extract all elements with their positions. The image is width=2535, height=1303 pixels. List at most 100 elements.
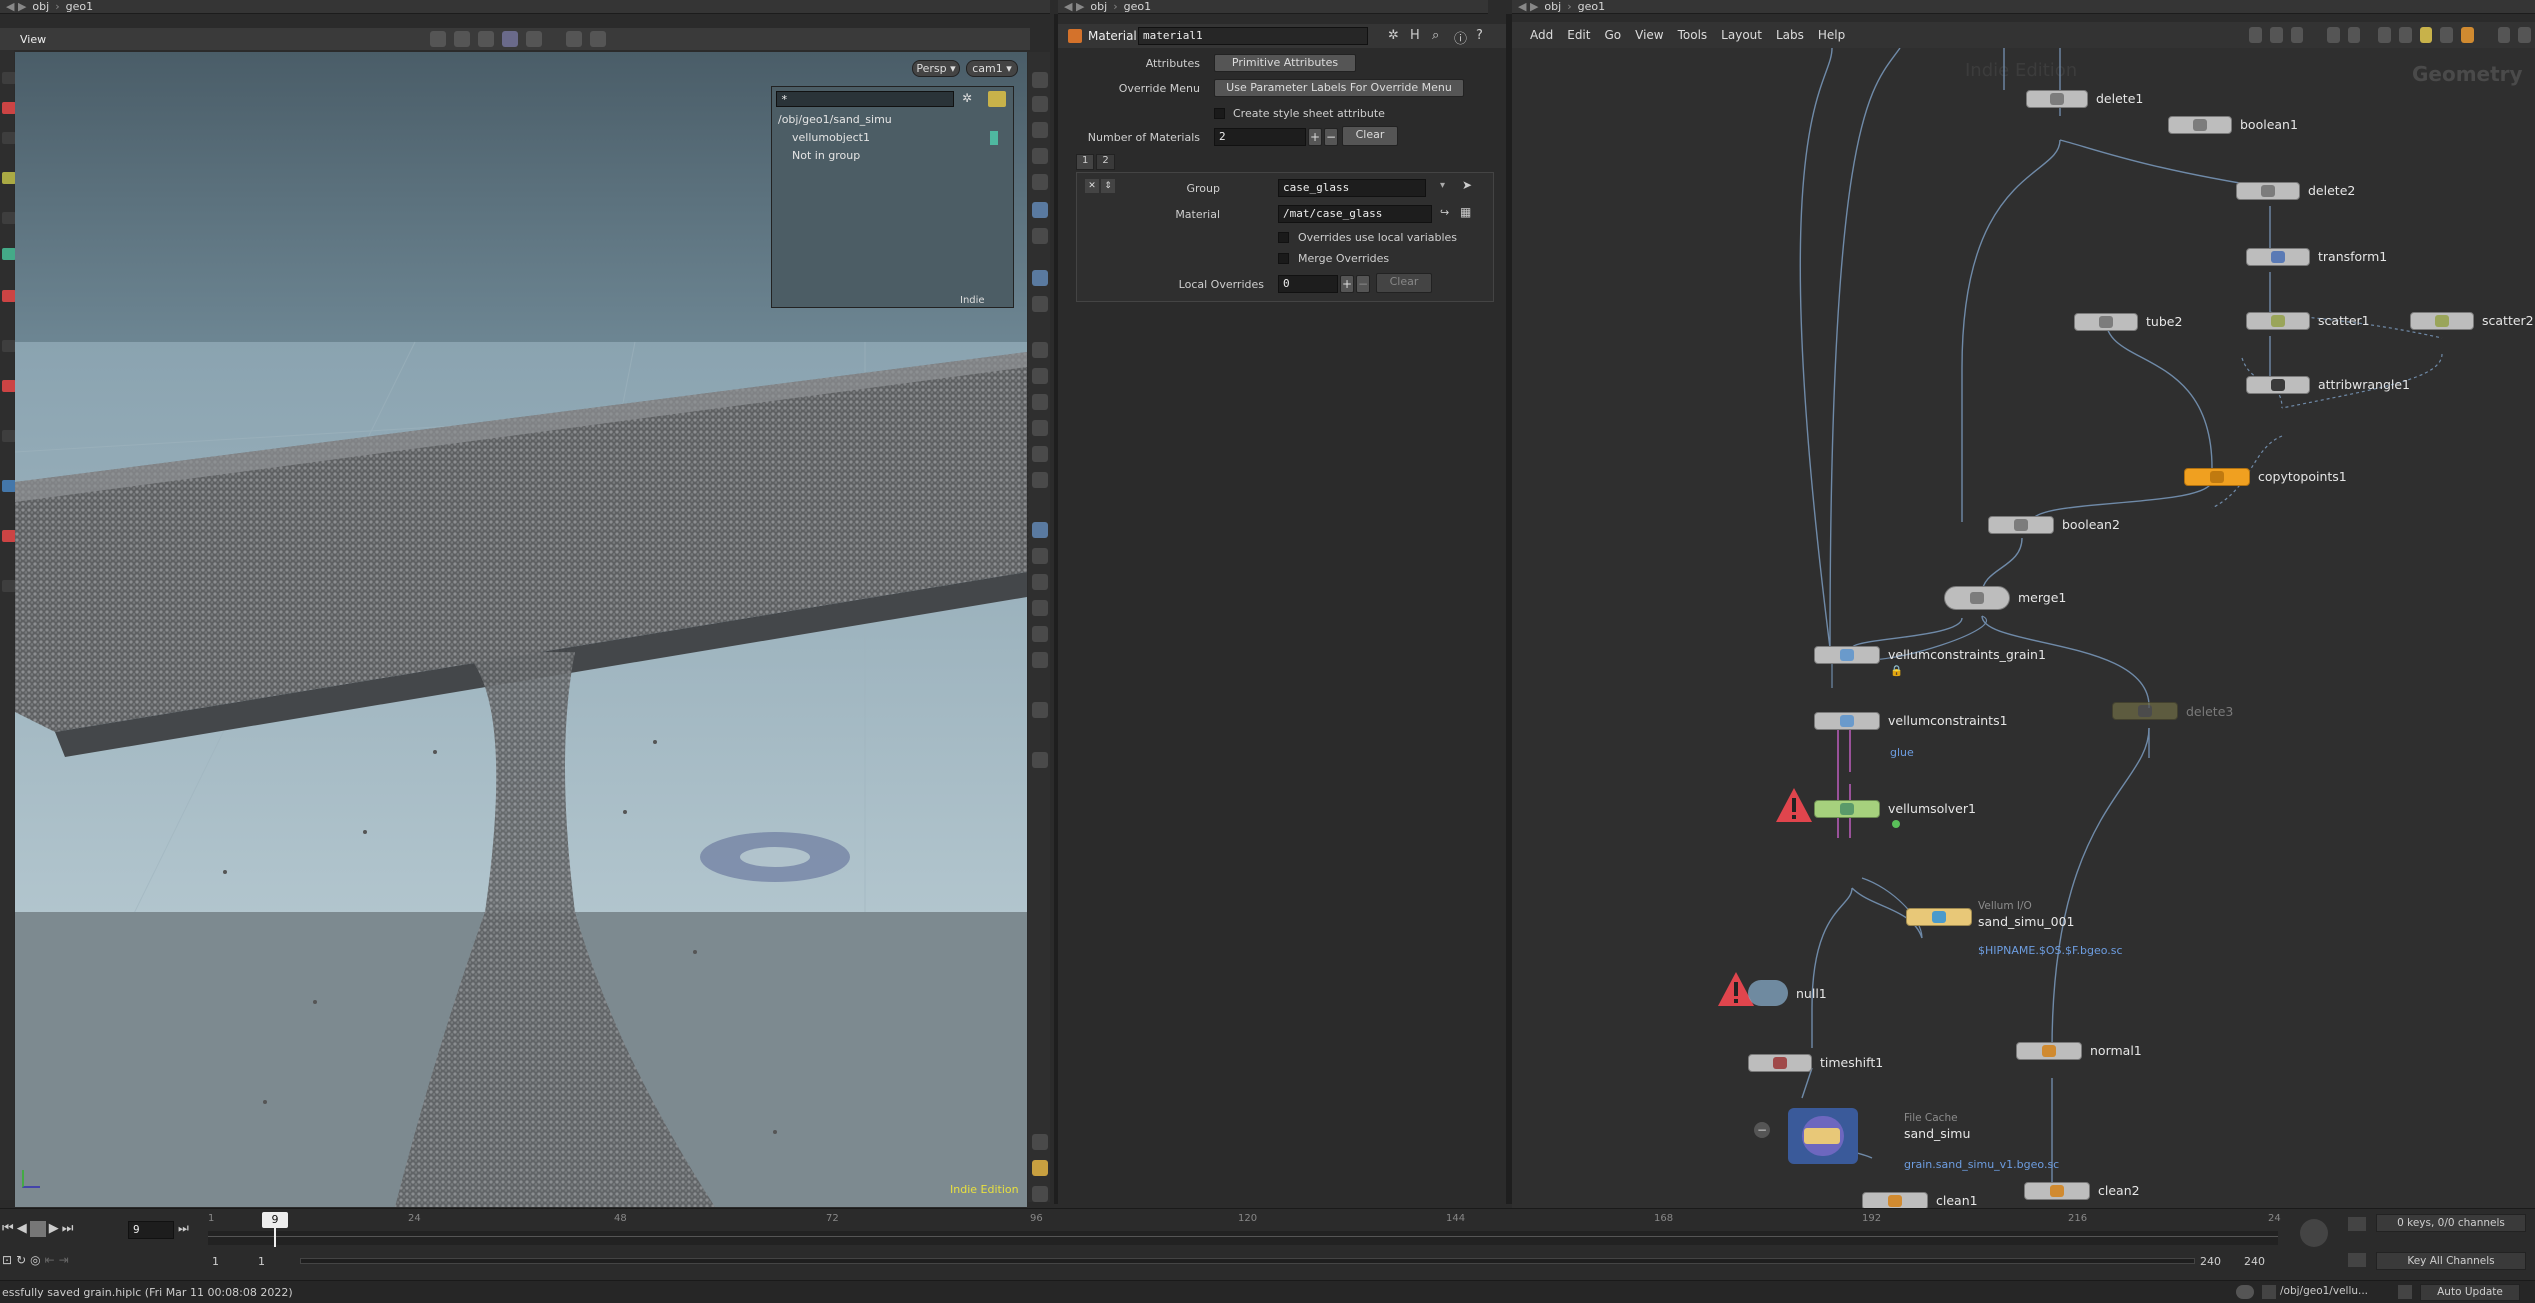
perspective-menu[interactable]: Persp ▾ [912,60,960,77]
help-h-icon[interactable]: H [1410,28,1420,43]
sound-icon[interactable]: ◎ [30,1253,40,1267]
display-icon[interactable] [1032,472,1048,488]
node-sand-simu[interactable] [1788,1108,1858,1164]
attributes-menu[interactable]: Primitive Attributes [1214,54,1356,72]
browse-icon[interactable]: ▦ [1460,205,1471,219]
range-end-visible[interactable]: 240 [2200,1255,2221,1268]
node-vellumconstraints-grain1[interactable] [1814,646,1880,664]
network-path-obj[interactable]: obj [1544,0,1561,13]
display-icon[interactable] [1032,72,1048,88]
update-mode-menu[interactable]: Auto Update [2420,1284,2520,1301]
display-icon[interactable] [1032,148,1048,164]
node-copytopoints1[interactable] [2184,468,2250,486]
overrides-local-checkbox[interactable] [1278,232,1289,243]
style-sheet-checkbox[interactable] [1214,108,1225,119]
plus-icon[interactable]: + [1308,128,1322,146]
point-icon[interactable] [1032,342,1048,358]
node-null1[interactable] [1748,980,1788,1006]
tool-icon[interactable] [2,290,16,302]
display-icon[interactable] [1032,522,1048,538]
handle-tool-icon[interactable] [478,31,495,47]
display-icon[interactable] [1032,202,1048,218]
refresh-icon[interactable] [2398,1285,2412,1299]
menu-help[interactable]: Help [1818,28,1845,42]
flag-icon[interactable] [2269,27,2283,43]
zoom-icon[interactable] [2518,27,2531,43]
info-icon[interactable]: ⓘ [1454,28,1467,47]
range-start-visible[interactable]: 1 [258,1255,265,1268]
menu-edit[interactable]: Edit [1567,28,1590,42]
minus-icon[interactable]: − [1324,128,1338,146]
path-obj[interactable]: obj [32,0,49,13]
tree-item-not-in-group[interactable]: Not in group [792,149,860,162]
node-timeshift1[interactable] [1748,1054,1812,1072]
merge-overrides-checkbox[interactable] [1278,253,1289,264]
loop-icon[interactable]: ↻ [16,1253,26,1267]
node-clean2[interactable] [2024,1182,2090,1200]
minus-icon[interactable]: − [1356,275,1370,293]
step-icon[interactable]: ⏭ [178,1221,189,1236]
palette-icon[interactable] [2399,27,2412,43]
view-mode-icon[interactable] [526,31,543,47]
display-icon[interactable] [1032,270,1048,286]
node-tube2[interactable] [2074,313,2138,331]
node-attribwrangle1[interactable] [2246,376,2310,394]
node-delete2[interactable] [2236,182,2300,200]
display-icon[interactable] [1032,548,1048,564]
node-sand-simu-001[interactable] [1906,908,1972,926]
help-icon[interactable]: ? [1476,28,1483,43]
display-icon[interactable] [1032,626,1048,642]
audio-icon[interactable] [2300,1219,2328,1247]
tool-icon[interactable] [2,480,16,492]
display-icon[interactable] [1032,420,1048,436]
pin-icon[interactable] [988,91,1006,107]
gear-icon[interactable]: ✲ [1388,28,1399,43]
display-icon[interactable] [1032,600,1048,616]
node-boolean1[interactable] [2168,116,2232,134]
key-filter-icon[interactable] [2348,1253,2366,1267]
tool-icon[interactable] [2,102,16,114]
camera-icon[interactable] [590,31,607,47]
group-dropdown-icon[interactable]: ▾ [1440,180,1445,191]
tool-icon[interactable] [2,132,16,144]
lock-icon[interactable] [2262,1285,2276,1299]
display-icon[interactable] [1032,1160,1048,1176]
current-frame-input[interactable]: 9 [128,1221,174,1239]
search-icon[interactable] [2497,27,2511,43]
material-input[interactable]: /mat/case_glass [1278,205,1432,223]
stamp-icon[interactable] [2461,27,2474,43]
play-icon[interactable]: ▶ [49,1221,59,1237]
node-delete1[interactable] [2026,90,2088,108]
network-editor[interactable]: Indie Edition Geometry delete1 boolean1 … [1512,48,2535,1208]
lock-icon[interactable] [1032,122,1048,138]
realtime-icon[interactable]: ⊡ [2,1253,12,1267]
menu-tools[interactable]: Tools [1678,28,1708,42]
first-frame-icon[interactable]: ⏮ [2,1221,14,1237]
search-icon[interactable]: ⌕ [1432,28,1439,43]
menu-go[interactable]: Go [1604,28,1621,42]
clear-button[interactable]: Clear [1342,126,1398,146]
display-icon[interactable] [1032,652,1048,668]
local-overrides-input[interactable]: 0 [1278,275,1338,293]
param-path-obj[interactable]: obj [1090,0,1107,13]
snap-icon[interactable] [502,31,519,47]
display-icon[interactable] [1032,394,1048,410]
menu-view[interactable]: View [1635,28,1663,42]
last-frame-icon[interactable]: ⏭ [62,1221,74,1237]
node-scatter1[interactable] [2246,312,2310,330]
path-geo1[interactable]: geo1 [66,0,93,13]
tool-icon[interactable] [2,340,16,352]
override-menu[interactable]: Use Parameter Labels For Override Menu [1214,79,1464,97]
keys-icon[interactable] [2348,1217,2366,1231]
node-scatter2[interactable] [2410,312,2474,330]
network-box-icon[interactable] [2440,27,2454,43]
range-end[interactable]: 240 [2244,1255,2265,1268]
play-back-icon[interactable]: ◀ [17,1221,27,1237]
network-path-geo1[interactable]: geo1 [1578,0,1605,13]
camera-menu[interactable]: cam1 ▾ [966,60,1018,77]
tree-root[interactable]: /obj/geo1/sand_simu [778,113,892,126]
menu-layout[interactable]: Layout [1721,28,1762,42]
display-icon[interactable] [1032,96,1048,112]
key-channels-menu[interactable]: Key All Channels [2376,1252,2526,1270]
range-slider[interactable] [300,1258,2195,1264]
